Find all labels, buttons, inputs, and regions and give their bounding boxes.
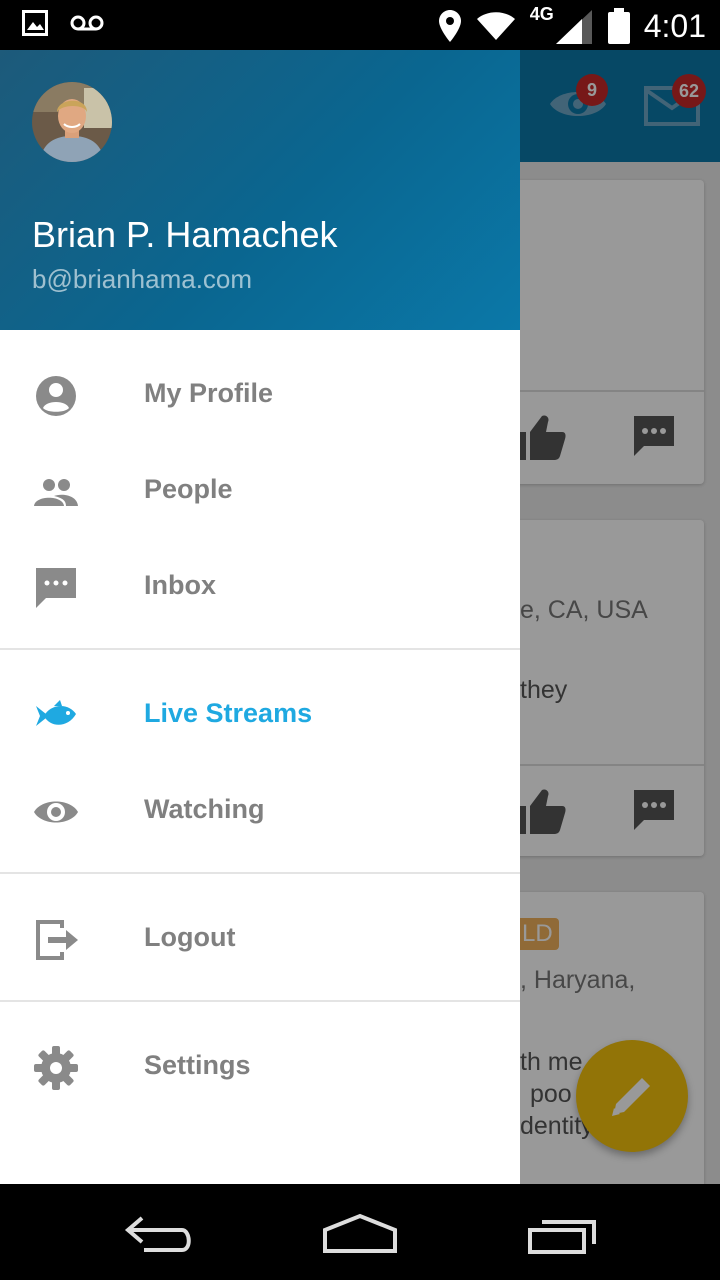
menu-item-people[interactable]: People [0,444,520,540]
system-nav-bar [0,1184,720,1280]
recents-icon[interactable] [526,1216,598,1256]
cell-signal-icon [555,10,592,44]
avatar[interactable] [32,82,112,162]
logout-icon [36,920,78,960]
account-circle-icon [36,376,76,416]
back-icon[interactable] [124,1214,196,1254]
user-name: Brian P. Hamachek [32,214,338,255]
eye-icon [34,801,78,823]
clock: 4:01 [643,7,706,44]
network-type: 4G [529,4,554,24]
user-email: b@brianhama.com [32,264,253,294]
menu-item-logout[interactable]: Logout [0,892,520,988]
battery-icon [607,8,630,44]
message-icon [36,568,76,608]
menu-label: My Profile [144,378,274,408]
menu-label: People [144,474,233,504]
menu-item-watching[interactable]: Watching [0,764,520,860]
home-icon[interactable] [322,1212,398,1254]
navigation-drawer: Brian P. Hamachek b@brianhama.com My Pro… [0,50,520,1184]
menu-label: Watching [144,794,265,824]
status-bar: 4G 4:01 [0,0,720,50]
menu-item-settings[interactable]: Settings [0,1020,520,1116]
image-icon [22,10,48,36]
menu-item-live-streams[interactable]: Live Streams [0,668,520,764]
wifi-icon [476,12,515,40]
menu-label: Settings [144,1050,251,1080]
menu-label: Live Streams [144,698,313,728]
gear-icon [34,1046,78,1090]
menu-item-inbox[interactable]: Inbox [0,540,520,636]
fish-icon [36,700,76,726]
menu-label: Inbox [144,570,216,600]
voicemail-icon [70,15,104,31]
drawer-header: Brian P. Hamachek b@brianhama.com [0,50,520,330]
menu-label: Logout [144,922,236,952]
menu-divider [0,1000,520,1002]
location-icon [438,10,461,42]
people-icon [34,479,78,506]
menu-divider [0,872,520,874]
menu-item-my-profile[interactable]: My Profile [0,348,520,444]
menu-divider [0,648,520,650]
